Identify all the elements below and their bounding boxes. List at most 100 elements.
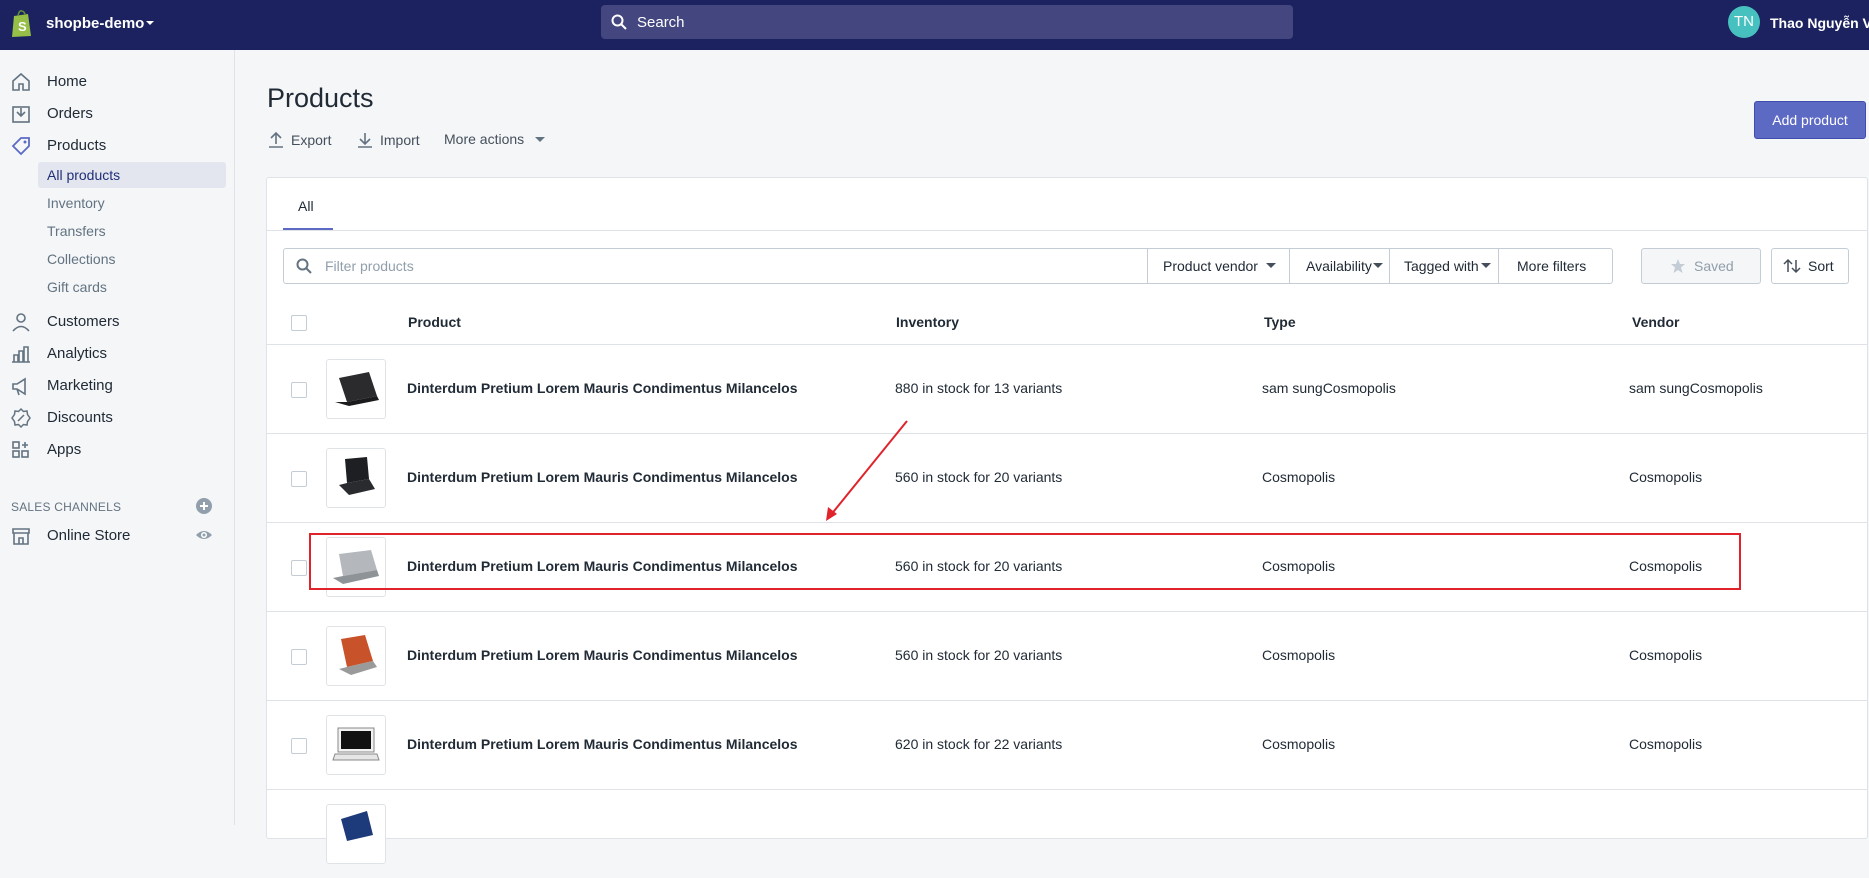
sidebar-subitem-gift-cards[interactable]: Gift cards [38,274,226,300]
sidebar-item-label: Marketing [47,377,113,394]
table-header: Product Inventory Type Vendor [267,300,1867,345]
column-header-type[interactable]: Type [1264,314,1296,330]
more-actions-label: More actions [444,131,525,147]
type-cell: Cosmopolis [1262,647,1336,663]
analytics-icon [12,346,30,363]
inventory-cell: 560 in stock for 20 variants [895,647,1063,663]
product-thumbnail[interactable] [326,626,386,686]
sidebar-item-orders[interactable]: Orders [0,99,234,127]
sidebar-subitem-label: Inventory [47,195,105,211]
search-icon [296,258,312,274]
search-icon [611,14,627,30]
column-header-product[interactable]: Product [408,314,461,330]
import-label: Import [380,132,420,148]
shopify-logo-icon[interactable]: S [10,9,34,39]
search-placeholder: Search [637,14,685,31]
store-name[interactable]: shopbe-demo [46,15,144,32]
table-row[interactable]: Dinterdum Pretium Lorem Mauris Condiment… [267,434,1867,523]
add-product-button[interactable]: Add product [1754,101,1866,139]
sidebar-item-label: Analytics [47,345,108,362]
global-search-input[interactable]: Search [601,5,1293,39]
filter-products-input[interactable]: Filter products [283,248,1149,284]
chevron-down-icon[interactable] [144,17,156,29]
product-thumbnail[interactable] [326,804,386,864]
column-header-vendor[interactable]: Vendor [1632,314,1679,330]
table-row[interactable]: Dinterdum Pretium Lorem Mauris Condiment… [267,345,1867,434]
import-button[interactable]: Import [356,131,426,151]
sidebar-item-label: Online Store [47,527,131,544]
product-vendor-label: Product vendor [1163,258,1258,274]
sidebar-item-analytics[interactable]: Analytics [0,339,234,367]
table-row[interactable]: Dinterdum Pretium Lorem Mauris Condiment… [267,612,1867,701]
plus-circle-icon[interactable] [195,497,213,515]
vendor-cell: Cosmopolis [1629,647,1703,663]
inventory-cell: 880 in stock for 13 variants [895,380,1063,396]
type-cell: sam sungCosmopolis [1262,380,1396,396]
product-thumbnail[interactable] [326,359,386,419]
sidebar-item-discounts[interactable]: Discounts [0,403,234,431]
sidebar-item-products[interactable]: Products [0,131,234,159]
sort-label: Sort [1808,258,1834,274]
export-button[interactable]: Export [267,131,337,151]
laptop-image-icon [335,372,379,406]
export-label: Export [291,132,332,148]
sort-button[interactable]: Sort [1771,248,1849,284]
row-checkbox[interactable] [291,382,307,398]
vendor-cell: sam sungCosmopolis [1629,380,1763,396]
more-actions-button[interactable]: More actions [444,131,545,147]
product-thumbnail[interactable] [326,448,386,508]
eye-icon[interactable] [195,526,213,544]
row-checkbox[interactable] [291,471,307,487]
product-name-link[interactable]: Dinterdum Pretium Lorem Mauris Condiment… [407,647,798,663]
product-name-link[interactable]: Dinterdum Pretium Lorem Mauris Condiment… [407,736,798,752]
product-name-link[interactable]: Dinterdum Pretium Lorem Mauris Condiment… [407,469,798,485]
products-card: All Filter products Product vendor Avail… [266,177,1868,864]
tab-all[interactable]: All [283,178,333,231]
sidebar-item-marketing[interactable]: Marketing [0,371,234,399]
laptop-image-icon [339,635,377,675]
table-row[interactable] [267,790,1867,878]
user-name[interactable]: Thao Nguyễn Vă [1770,15,1869,31]
row-checkbox[interactable] [291,738,307,754]
column-header-inventory[interactable]: Inventory [896,314,959,330]
sort-icon [1783,258,1801,274]
discounts-icon [11,407,31,429]
availability-filter[interactable]: Availability [1289,248,1392,284]
chevron-down-icon [1481,263,1491,268]
select-all-checkbox[interactable] [291,315,307,331]
more-filters-button[interactable]: More filters [1498,248,1613,284]
star-icon [1671,259,1685,273]
sidebar-subitem-all-products[interactable]: All products [38,162,226,188]
sidebar-subitem-inventory[interactable]: Inventory [38,190,226,216]
tag-icon [11,137,30,156]
tagged-with-filter[interactable]: Tagged with [1389,248,1501,284]
sidebar-item-apps[interactable]: Apps [0,435,234,463]
apps-icon [12,441,29,458]
row-checkbox[interactable] [291,649,307,665]
top-bar: S shopbe-demo Search TN Thao Nguyễn Vă [0,0,1869,50]
sidebar-item-customers[interactable]: Customers [0,307,234,335]
sidebar-subitem-label: All products [47,167,121,183]
sidebar-subitem-collections[interactable]: Collections [38,246,226,272]
type-cell: Cosmopolis [1262,736,1336,752]
table-row[interactable]: Dinterdum Pretium Lorem Mauris Condiment… [267,701,1867,790]
laptop-image-icon [332,727,380,761]
sidebar-subitem-label: Gift cards [47,279,107,295]
laptop-image-icon [341,811,373,841]
sidebar-item-label: Customers [47,313,120,330]
avatar[interactable]: TN [1728,6,1760,38]
product-thumbnail[interactable] [326,715,386,775]
product-vendor-filter[interactable]: Product vendor [1147,248,1292,284]
sidebar-subitem-transfers[interactable]: Transfers [38,218,226,244]
sidebar-subitem-label: Transfers [47,223,106,239]
product-name-link[interactable]: Dinterdum Pretium Lorem Mauris Condiment… [407,380,798,396]
home-icon [12,72,30,91]
inventory-cell: 560 in stock for 20 variants [895,469,1063,485]
saved-button[interactable]: Saved [1641,248,1761,284]
more-filters-label: More filters [1517,258,1587,274]
sidebar-subitem-label: Collections [47,251,116,267]
arrow-annotation-icon [826,420,908,521]
row-checkbox[interactable] [291,560,307,576]
sidebar-item-label: Orders [47,105,93,122]
sidebar-item-home[interactable]: Home [0,67,234,95]
